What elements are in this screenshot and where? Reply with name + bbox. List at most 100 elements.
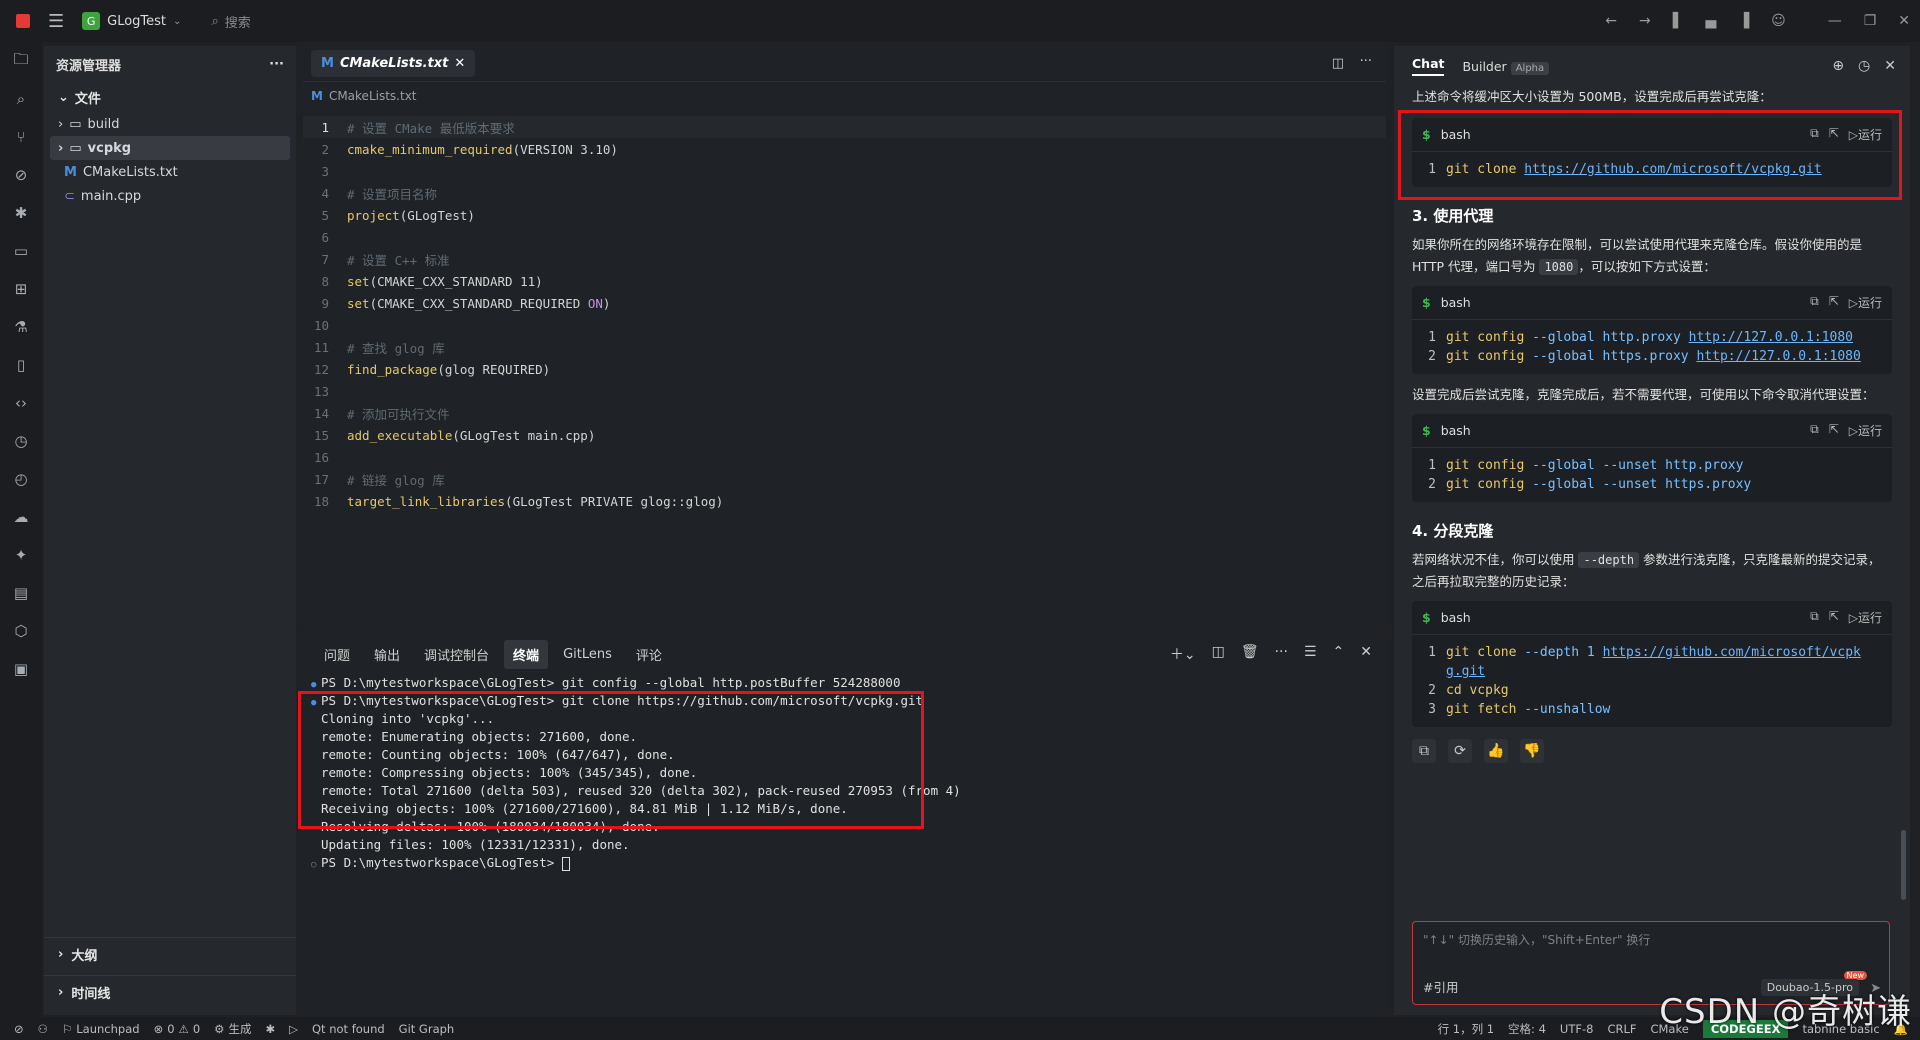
more-icon[interactable]: ···: [1275, 644, 1288, 664]
code-line[interactable]: 12 find_package (glog REQUIRED): [303, 358, 1386, 380]
code-line[interactable]: 4 # 设置项目名称: [303, 182, 1386, 204]
code-line[interactable]: 9 set (CMAKE_CXX_STANDARD_REQUIRED ON): [303, 292, 1386, 314]
kill-terminal-icon[interactable]: 🗑: [1241, 644, 1259, 664]
editor-more-icon[interactable]: ···: [1360, 54, 1372, 69]
code-line[interactable]: 7 # 设置 C++ 标准: [303, 248, 1386, 270]
code-line[interactable]: 11 # 查找 glog 库: [303, 336, 1386, 358]
debug-icon[interactable]: ✱: [265, 1022, 275, 1036]
close-tab-icon[interactable]: ✕: [454, 56, 465, 71]
insert-icon[interactable]: ⇱: [1829, 294, 1839, 311]
regenerate-icon[interactable]: ⟳: [1448, 739, 1472, 763]
cloud-icon[interactable]: ☁: [0, 498, 42, 536]
code-line[interactable]: 1 # 设置 CMake 最低版本要求: [303, 116, 1386, 138]
docs-icon[interactable]: ▤: [0, 574, 42, 612]
account-icon[interactable]: ☺: [1771, 13, 1786, 29]
testing-icon[interactable]: ⚗: [0, 308, 42, 346]
code-line[interactable]: 13: [303, 380, 1386, 402]
maximize-panel-icon[interactable]: ⌃: [1333, 644, 1345, 664]
tab-output[interactable]: 输出: [365, 640, 409, 669]
more-actions-icon[interactable]: ···: [269, 57, 284, 72]
close-chat-icon[interactable]: ✕: [1884, 58, 1896, 74]
history-icon[interactable]: ◴: [0, 460, 42, 498]
cursor-position[interactable]: 行 1，列 1: [1438, 1021, 1494, 1037]
url-link[interactable]: http://127.0.0.1:1080: [1696, 349, 1860, 364]
thumbs-down-icon[interactable]: 👎: [1520, 739, 1544, 763]
code-line[interactable]: 15 add_executable (GLogTest main.cpp): [303, 424, 1386, 446]
ai-icon[interactable]: ✦: [0, 536, 42, 574]
tab-problems[interactable]: 问题: [315, 640, 359, 669]
toggle-panel-icon[interactable]: ▄: [1706, 13, 1717, 29]
run-button[interactable]: ▷运行: [1849, 422, 1882, 439]
tab-debug-console[interactable]: 调试控制台: [415, 640, 498, 669]
code-line[interactable]: 17 # 链接 glog 库: [303, 468, 1386, 490]
git-graph[interactable]: Git Graph: [399, 1022, 455, 1036]
forward-arrow-icon[interactable]: →: [1639, 13, 1651, 29]
insert-icon[interactable]: ⇱: [1829, 609, 1839, 626]
new-terminal-icon[interactable]: ＋⌄: [1170, 644, 1196, 664]
copy-icon[interactable]: ⧉: [1810, 422, 1819, 439]
tab-builder[interactable]: Builder Alpha: [1462, 59, 1550, 75]
copy-icon[interactable]: ⧉: [1412, 739, 1436, 763]
insert-icon[interactable]: ⇱: [1829, 422, 1839, 439]
code-lines[interactable]: 1 # 设置 CMake 最低版本要求 2 cmake_minimum_require…: [303, 110, 1386, 512]
toggle-secondary-sidebar-icon[interactable]: ▐: [1738, 13, 1749, 29]
code-line[interactable]: 18 target_link_libraries (GLogTest PRIVATE…: [303, 490, 1386, 512]
indentation[interactable]: 空格: 4: [1508, 1021, 1546, 1037]
code-line[interactable]: 6: [303, 226, 1386, 248]
run-icon[interactable]: ▷: [289, 1022, 298, 1036]
code-icon[interactable]: ‹›: [0, 384, 42, 422]
close-panel-icon[interactable]: ✕: [1360, 644, 1372, 664]
tab-terminal[interactable]: 终端: [504, 639, 549, 669]
accounts-icon[interactable]: ⚇: [38, 1022, 48, 1036]
project-switcher[interactable]: G GLogTest ⌄: [82, 12, 181, 30]
search-box[interactable]: ⌕ 搜索: [211, 12, 250, 31]
code-line[interactable]: 5 project (GLogTest): [303, 204, 1386, 226]
timeline-icon[interactable]: ◷: [0, 422, 42, 460]
code-line[interactable]: 2 cmake_minimum_required (VERSION 3.10): [303, 138, 1386, 160]
tree-item-build[interactable]: › ▭ build: [44, 112, 296, 136]
code-line[interactable]: 8 set (CMAKE_CXX_STANDARD 11): [303, 270, 1386, 292]
breadcrumb-file[interactable]: CMakeLists.txt: [329, 89, 417, 103]
bookmark-icon[interactable]: ▯: [0, 346, 42, 384]
gitlens-icon[interactable]: ⊘: [0, 156, 42, 194]
build-item[interactable]: ⚙ 生成: [214, 1021, 251, 1037]
url-link[interactable]: http://127.0.0.1:1080: [1689, 330, 1853, 345]
search-view-icon[interactable]: ⌕: [0, 80, 42, 118]
code-line[interactable]: 10: [303, 314, 1386, 336]
explorer-icon[interactable]: 🗀: [0, 42, 42, 80]
outline-section[interactable]: › 大纲: [44, 937, 296, 971]
close-window-icon[interactable]: ✕: [1898, 13, 1910, 29]
tree-item-main-cpp[interactable]: ⊂ main.cpp: [44, 184, 296, 208]
thumbs-up-icon[interactable]: 👍: [1484, 739, 1508, 763]
back-arrow-icon[interactable]: ←: [1605, 13, 1617, 29]
layout-icon[interactable]: ☰: [1304, 644, 1317, 664]
tab-cmakelists[interactable]: M CMakeLists.txt ✕: [311, 50, 476, 77]
launchpad-item[interactable]: ⚐ Launchpad: [62, 1022, 140, 1036]
qt-status[interactable]: Qt not found: [312, 1022, 385, 1036]
copy-icon[interactable]: ⧉: [1810, 294, 1819, 311]
run-button[interactable]: ▷运行: [1849, 609, 1882, 626]
encoding[interactable]: UTF-8: [1560, 1022, 1594, 1036]
timeline-section[interactable]: › 时间线: [44, 975, 296, 1009]
monitor-icon[interactable]: ▣: [0, 650, 42, 688]
code-line[interactable]: 16: [303, 446, 1386, 468]
code-line[interactable]: 3: [303, 160, 1386, 182]
package-icon[interactable]: ⬡: [0, 612, 42, 650]
problems-item[interactable]: ⊗ 0 ⚠ 0: [154, 1022, 201, 1036]
files-section-header[interactable]: ⌄ 文件: [44, 82, 296, 112]
copy-icon[interactable]: ⧉: [1810, 609, 1819, 626]
remote-explorer-icon[interactable]: ▭: [0, 232, 42, 270]
tree-item-cmakelists-txt[interactable]: M CMakeLists.txt: [44, 160, 296, 184]
tree-item-vcpkg[interactable]: › ▭ vcpkg: [50, 136, 290, 160]
reference-button[interactable]: #引用: [1423, 977, 1458, 996]
tab-comments[interactable]: 评论: [627, 640, 671, 669]
new-chat-icon[interactable]: ⊕: [1832, 58, 1844, 74]
tab-gitlens[interactable]: GitLens: [554, 642, 621, 667]
toggle-sidebar-icon[interactable]: ▌: [1673, 13, 1684, 29]
chat-scrollbar[interactable]: [1901, 830, 1906, 900]
split-terminal-icon[interactable]: ◫: [1212, 644, 1225, 664]
code-line[interactable]: 14 # 添加可执行文件: [303, 402, 1386, 424]
debug-icon[interactable]: ✱: [0, 194, 42, 232]
remote-icon[interactable]: ⊘: [14, 1022, 24, 1036]
menu-icon[interactable]: ☰: [48, 11, 64, 32]
